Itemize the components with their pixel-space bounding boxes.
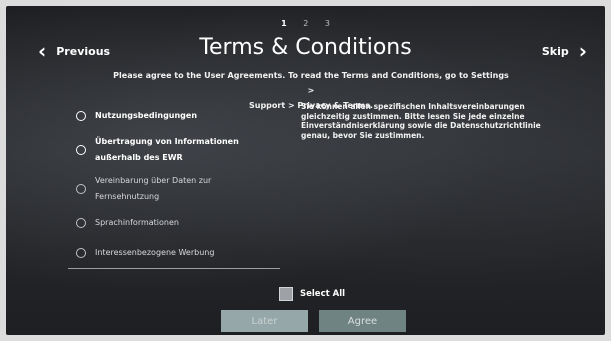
subtitle-line-1: Please agree to the User Agreements. To … [113,71,509,95]
checkbox-icon [279,287,293,301]
option-datenuebertragung-ewr[interactable]: Übertragung von Informationen außerhalb … [76,134,239,166]
radio-icon [76,111,86,121]
radio-icon [76,248,86,258]
option-label: Nutzungsbedingungen [95,111,198,120]
radio-icon [76,145,86,155]
skip-label: Skip [541,44,569,58]
tv-screen: 1 2 3 ‹ Previous Terms & Conditions Skip… [6,6,605,335]
option-interessenbezogene-werbung[interactable]: Interessenbezogene Werbung [76,245,214,261]
option-label: Sprachinformationen [95,218,179,227]
option-sprachinformationen[interactable]: Sprachinformationen [76,215,179,231]
option-nutzungsbedingungen[interactable]: Nutzungsbedingungen [76,108,197,124]
chevron-right-icon: › [578,39,587,63]
radio-icon [76,184,86,194]
later-button[interactable]: Later [221,310,308,332]
option-label: Übertragung von Informationen außerhalb … [95,137,239,162]
select-all-checkbox[interactable]: Select All [279,287,345,301]
page-indicator-2: 2 [303,19,309,28]
option-fernsehnutzung[interactable]: Vereinbarung über Daten zur Fernsehnutzu… [76,173,211,205]
divider [68,268,280,269]
option-label: Interessenbezogene Werbung [95,248,215,257]
radio-icon [76,218,86,228]
select-all-label: Select All [300,289,346,299]
page-title: Terms & Conditions [199,35,412,60]
page-indicator-1: 1 [281,19,287,28]
agree-button[interactable]: Agree [319,310,406,332]
page-indicator: 1 2 3 [6,19,605,28]
option-label: Vereinbarung über Daten zur Fernsehnutzu… [95,176,212,201]
skip-button[interactable]: Skip › [542,41,587,61]
page-indicator-3: 3 [324,19,330,28]
agreement-description: Sie können allen spezifischen Inhaltsver… [301,102,541,140]
